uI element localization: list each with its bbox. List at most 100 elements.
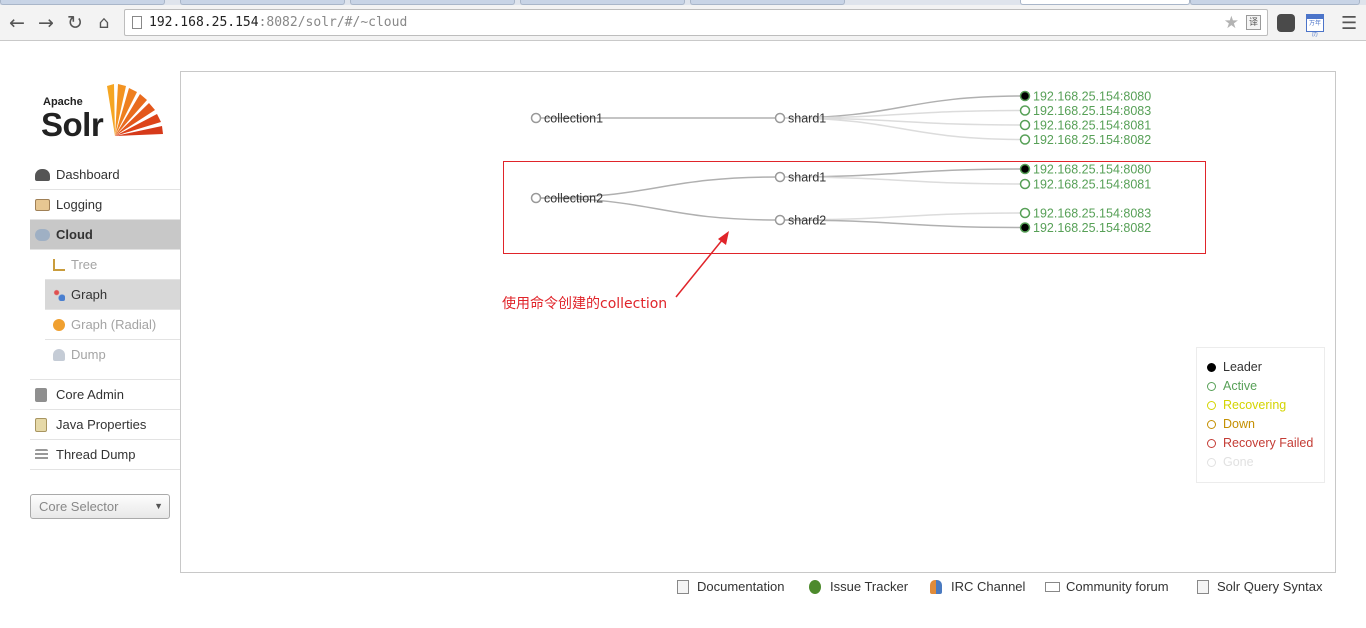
sidebar-subitem-label: Graph <box>71 287 108 302</box>
legend-item: Recovering <box>1207 396 1324 415</box>
legend-dot-icon <box>1207 401 1216 410</box>
footer-link-irc-channel[interactable]: IRC Channel <box>930 577 1025 597</box>
shard-node[interactable]: shard1 <box>774 112 827 126</box>
annotation-arrow <box>675 231 729 298</box>
sidebar-item-label: Thread Dump <box>56 447 136 462</box>
translate-icon[interactable]: 译 <box>1246 15 1261 30</box>
dump-icon <box>53 349 65 361</box>
reload-icon[interactable]: ↻ <box>63 11 87 35</box>
tree-icon <box>53 259 65 271</box>
radial-graph-icon <box>53 319 65 331</box>
legend-label: Recovery Failed <box>1223 436 1314 450</box>
mail-icon <box>1045 582 1060 592</box>
sidebar-subitem-graph[interactable]: Graph <box>45 280 180 310</box>
legend-item: Gone <box>1207 453 1324 472</box>
query-syntax-icon <box>1197 580 1209 594</box>
legend-label: Active <box>1223 379 1258 393</box>
sidebar-item-java-properties[interactable]: Java Properties <box>30 410 180 440</box>
legend-label: Recovering <box>1223 398 1287 412</box>
replica-node[interactable]: 192.168.25.154:8081 <box>1019 119 1152 133</box>
replica-dot-icon <box>1019 90 1031 102</box>
back-icon[interactable]: ← <box>5 11 29 35</box>
replica-label: 192.168.25.154:8080 <box>1033 90 1151 104</box>
core-admin-icon <box>35 388 47 402</box>
shard-label: shard1 <box>788 112 826 126</box>
forward-icon[interactable]: → <box>34 11 58 35</box>
legend-item: Leader <box>1207 358 1324 377</box>
sidebar-item-label: Logging <box>56 197 103 212</box>
replica-node[interactable]: 192.168.25.154:8080 <box>1019 90 1152 104</box>
legend-label: Leader <box>1223 360 1262 374</box>
sidebar-item-label: Core Admin <box>56 387 124 402</box>
sidebar-divider <box>30 370 180 380</box>
logging-icon <box>35 199 50 211</box>
sidebar-item-label: Cloud <box>56 227 93 242</box>
sidebar-item-logging[interactable]: Logging <box>30 190 180 220</box>
sidebar-menu: Dashboard Logging Cloud Tree Graph Graph… <box>30 160 180 470</box>
url-text[interactable]: 192.168.25.154:8082/solr/#/~cloud <box>149 15 407 30</box>
graph-icon <box>53 289 65 301</box>
dashboard-icon <box>35 169 50 181</box>
sidebar-item-dashboard[interactable]: Dashboard <box>30 160 180 190</box>
sidebar-subitem-label: Dump <box>71 347 106 362</box>
footer-link-documentation[interactable]: Documentation <box>677 577 784 597</box>
collection-label: collection1 <box>544 112 603 126</box>
cloud-graph-panel: 192.168.25.154:8080 192.168.25.154:8083 19… <box>180 71 1336 573</box>
sidebar-subitem-graph-radial[interactable]: Graph (Radial) <box>45 310 180 340</box>
documentation-icon <box>677 580 689 594</box>
address-bar[interactable]: 192.168.25.154:8082/solr/#/~cloud ★ 译 <box>124 9 1268 36</box>
sidebar-item-label: Java Properties <box>56 417 147 432</box>
legend-dot-icon <box>1207 439 1216 448</box>
replica-node[interactable]: 192.168.25.154:8082 <box>1019 133 1152 147</box>
legend-item: Active <box>1207 377 1324 396</box>
java-properties-icon <box>35 418 47 432</box>
legend-item: Down <box>1207 415 1324 434</box>
shard-dot-icon <box>774 112 786 124</box>
solr-logo[interactable]: Apache Solr <box>41 80 163 144</box>
home-icon[interactable]: ⌂ <box>92 11 116 35</box>
legend-label: Gone <box>1223 455 1254 469</box>
sidebar-item-thread-dump[interactable]: Thread Dump <box>30 440 180 470</box>
sidebar-subitem-dump[interactable]: Dump <box>45 340 180 370</box>
irc-icon <box>930 580 942 594</box>
browser-menu-icon[interactable]: ☰ <box>1341 13 1357 34</box>
replica-node[interactable]: 192.168.25.154:8083 <box>1019 104 1152 118</box>
solr-sunburst-icon <box>107 84 163 136</box>
replica-dot-icon <box>1019 105 1031 116</box>
replica-label: 192.168.25.154:8083 <box>1033 104 1151 118</box>
annotation-text: 使用命令创建的collection <box>502 296 668 312</box>
footer-link-solr-query-syntax[interactable]: Solr Query Syntax <box>1197 577 1323 597</box>
sidebar-item-core-admin[interactable]: Core Admin <box>30 380 180 410</box>
sidebar-subitem-label: Graph (Radial) <box>71 317 157 332</box>
calendar-extension-icon[interactable]: 万年历 <box>1306 14 1324 38</box>
core-selector-label: Core Selector <box>39 499 119 514</box>
replica-label: 192.168.25.154:8082 <box>1033 133 1151 147</box>
sidebar-subitem-tree[interactable]: Tree <box>45 250 180 280</box>
annotation-highlight-box <box>503 161 1206 254</box>
replica-dot-icon <box>1019 119 1031 131</box>
bug-icon <box>809 580 821 594</box>
chevron-down-icon: ▼ <box>154 501 163 511</box>
thread-dump-icon <box>35 449 48 461</box>
page-icon <box>132 16 142 29</box>
legend-dot-icon <box>1207 420 1216 429</box>
footer-link-community-forum[interactable]: Community forum <box>1045 577 1169 597</box>
browser-toolbar: ← → ↻ ⌂ 192.168.25.154:8082/solr/#/~clou… <box>0 5 1366 41</box>
footer-link-issue-tracker[interactable]: Issue Tracker <box>809 577 908 597</box>
graph-legend: Leader Active Recovering Down Recovery Faile… <box>1196 347 1325 483</box>
sidebar-item-label: Dashboard <box>56 167 120 182</box>
legend-item: Recovery Failed <box>1207 434 1324 453</box>
legend-label: Down <box>1223 417 1255 431</box>
core-selector[interactable]: Core Selector ▼ <box>30 494 170 519</box>
evernote-extension-icon[interactable] <box>1277 14 1295 32</box>
sidebar-subitem-label: Tree <box>71 257 98 272</box>
cloud-icon <box>35 229 50 241</box>
collection-dot-icon <box>530 112 542 124</box>
replica-label: 192.168.25.154:8081 <box>1033 119 1151 133</box>
bookmark-star-icon[interactable]: ★ <box>1224 13 1239 33</box>
cloud-graph: 192.168.25.154:8080192.168.25.154:808319… <box>530 90 1152 235</box>
sidebar-item-cloud[interactable]: Cloud <box>30 220 180 250</box>
legend-dot-icon <box>1207 363 1216 372</box>
legend-dot-icon <box>1207 382 1216 391</box>
replica-dot-icon <box>1019 134 1031 145</box>
